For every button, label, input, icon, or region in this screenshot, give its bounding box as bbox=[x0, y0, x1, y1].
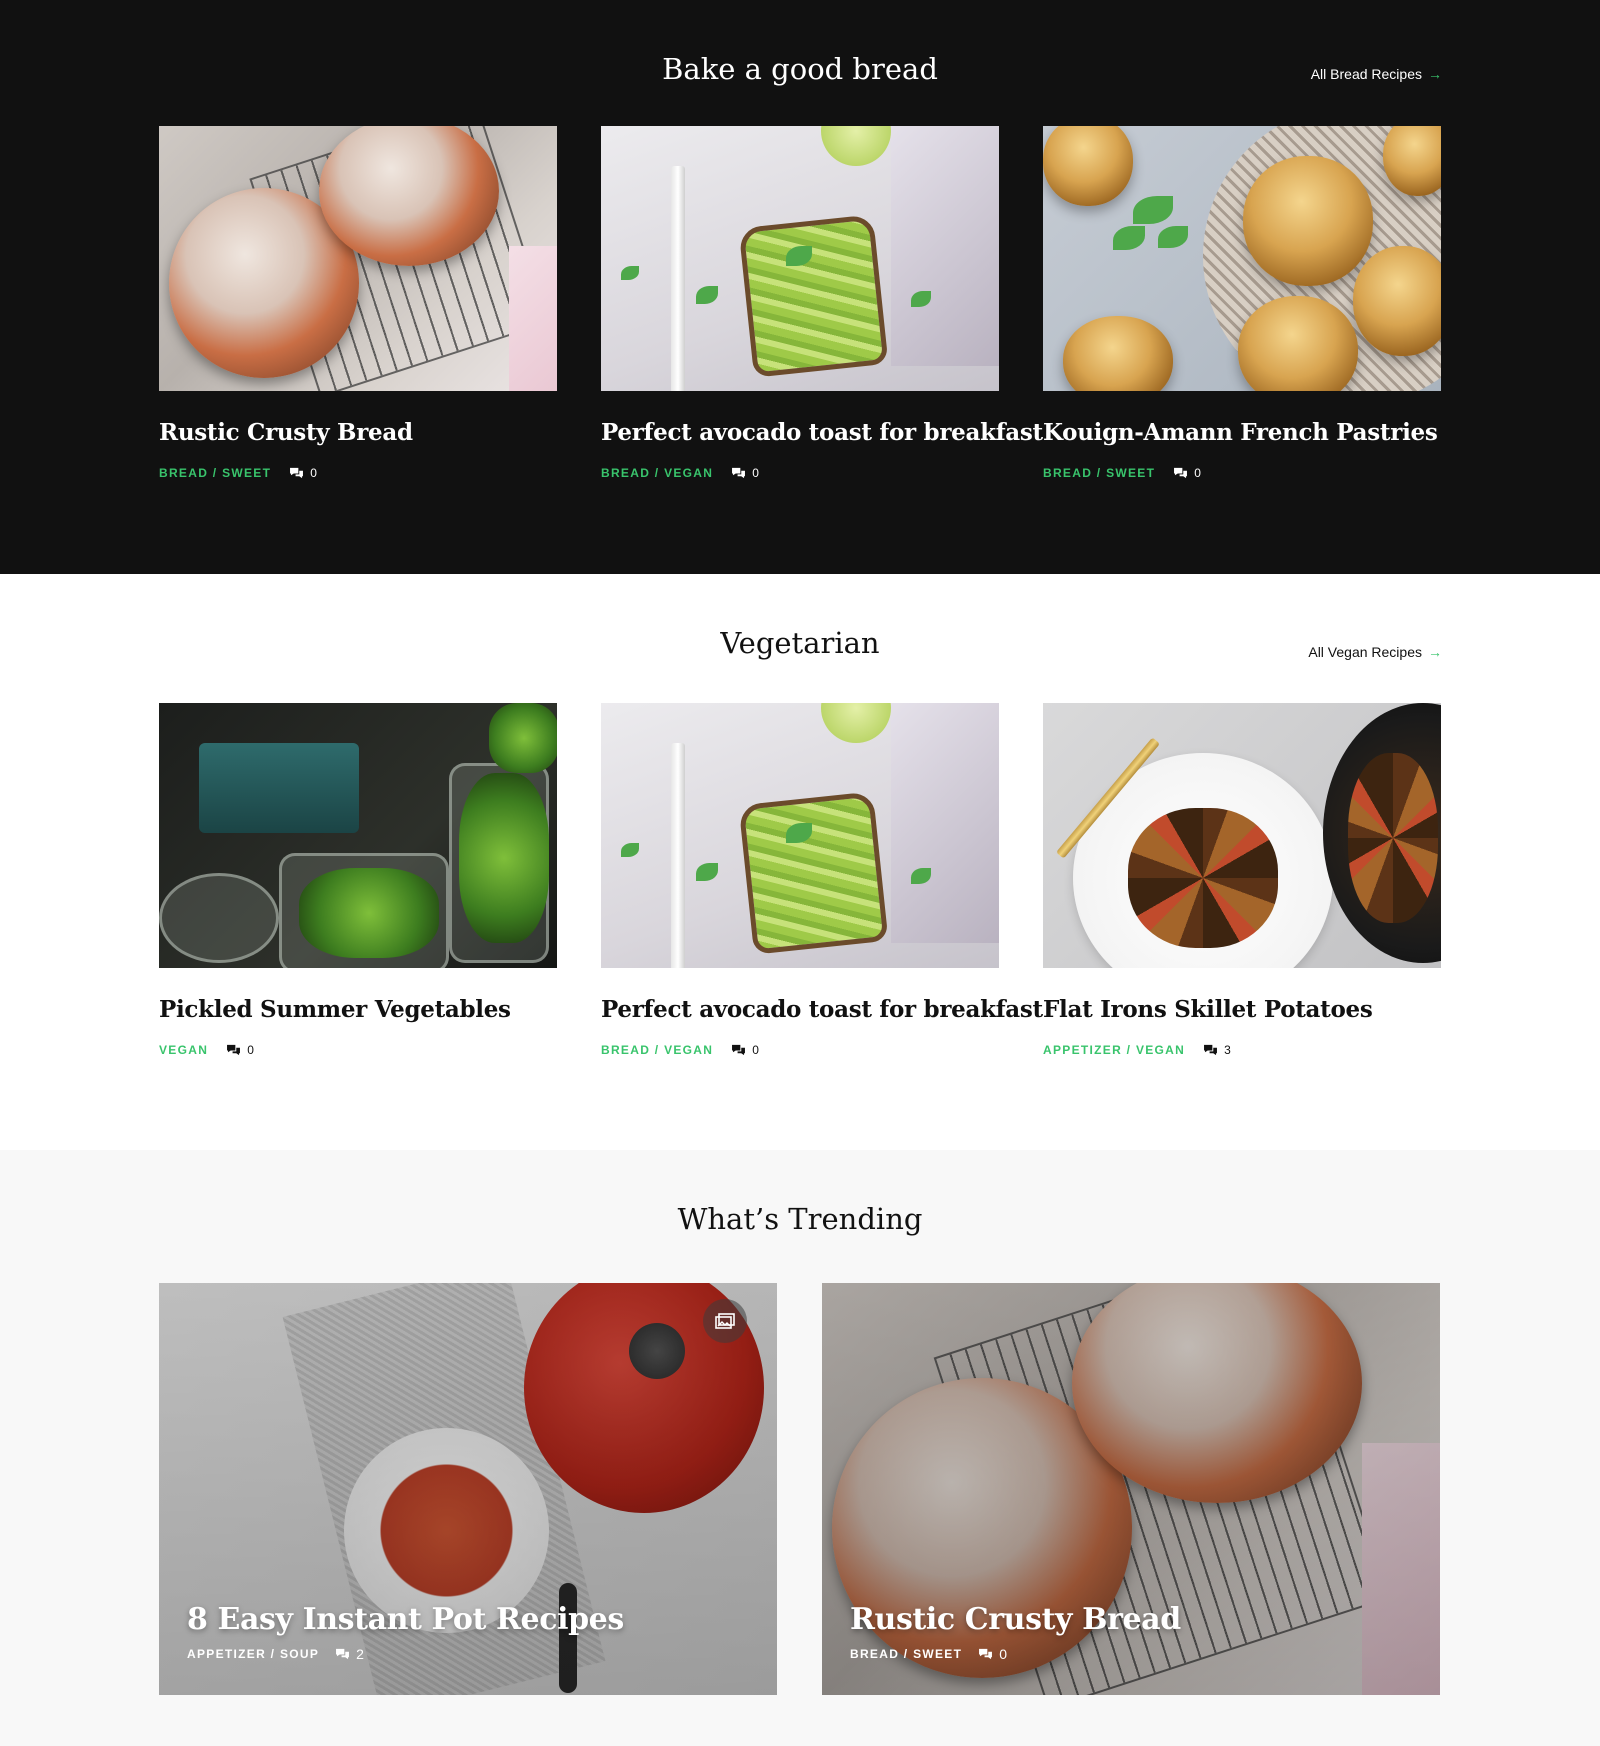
comment-count[interactable]: 0 bbox=[1173, 466, 1201, 480]
gallery-button[interactable] bbox=[703, 1299, 747, 1343]
comment-count[interactable]: 2 bbox=[335, 1646, 364, 1662]
vegan-card-grid: Pickled Summer Vegetables VEGAN 0 Perfec… bbox=[159, 703, 1441, 1057]
comment-count-value: 0 bbox=[752, 1043, 759, 1057]
recipe-card[interactable]: Pickled Summer Vegetables VEGAN 0 bbox=[159, 703, 557, 1057]
arrow-right-icon: → bbox=[1428, 66, 1442, 82]
section-title: What’s Trending bbox=[677, 1202, 923, 1236]
trending-meta: APPETIZER / SOUP 2 bbox=[187, 1646, 364, 1662]
recipe-card[interactable]: Perfect avocado toast for breakfast BREA… bbox=[601, 703, 1043, 1057]
recipe-meta: APPETIZER / VEGAN 3 bbox=[1043, 1043, 1441, 1057]
recipe-categories[interactable]: BREAD / SWEET bbox=[1043, 466, 1155, 480]
comments-icon bbox=[979, 1648, 993, 1660]
all-vegan-recipes-link[interactable]: All Vegan Recipes → bbox=[1308, 644, 1442, 660]
recipe-image[interactable] bbox=[159, 126, 557, 391]
comments-icon bbox=[290, 467, 304, 479]
recipe-meta: VEGAN 0 bbox=[159, 1043, 557, 1057]
comment-count-value: 3 bbox=[1224, 1043, 1231, 1057]
link-label: All Vegan Recipes bbox=[1308, 644, 1422, 660]
comments-icon bbox=[732, 1044, 746, 1056]
trending-card[interactable]: 8 Easy Instant Pot Recipes APPETIZER / S… bbox=[159, 1283, 777, 1695]
recipe-categories[interactable]: BREAD / SWEET bbox=[850, 1647, 962, 1661]
comment-count[interactable]: 3 bbox=[1203, 1043, 1231, 1057]
recipe-image[interactable] bbox=[601, 126, 999, 391]
comments-icon bbox=[1174, 467, 1188, 479]
recipe-meta: BREAD / VEGAN 0 bbox=[601, 466, 999, 480]
comment-count[interactable]: 0 bbox=[731, 1043, 759, 1057]
comments-icon bbox=[227, 1044, 241, 1056]
recipe-image[interactable] bbox=[159, 703, 557, 968]
trending-section: What’s Trending 8 Easy Instant Pot Recip… bbox=[0, 1150, 1600, 1746]
recipe-title[interactable]: Perfect avocado toast for breakfast bbox=[601, 419, 1043, 446]
comment-count-value: 0 bbox=[999, 1646, 1008, 1662]
recipe-title[interactable]: Perfect avocado toast for breakfast bbox=[601, 996, 1043, 1023]
comments-icon bbox=[336, 1648, 350, 1660]
trending-title[interactable]: 8 Easy Instant Pot Recipes bbox=[187, 1602, 624, 1637]
recipe-categories[interactable]: BREAD / VEGAN bbox=[601, 466, 713, 480]
recipe-card[interactable]: Rustic Crusty Bread BREAD / SWEET 0 bbox=[159, 126, 557, 480]
comment-count[interactable]: 0 bbox=[289, 466, 317, 480]
recipe-title[interactable]: Flat Irons Skillet Potatoes bbox=[1043, 996, 1441, 1023]
comment-count-value: 0 bbox=[752, 466, 759, 480]
comment-count-value: 0 bbox=[310, 466, 317, 480]
recipe-categories[interactable]: BREAD / VEGAN bbox=[601, 1043, 713, 1057]
comment-count-value: 2 bbox=[356, 1646, 364, 1662]
gallery-icon bbox=[715, 1313, 735, 1329]
recipe-title[interactable]: Kouign-Amann French Pastries bbox=[1043, 419, 1441, 446]
trending-meta: BREAD / SWEET 0 bbox=[850, 1646, 1007, 1662]
recipe-card[interactable]: Flat Irons Skillet Potatoes APPETIZER / … bbox=[1043, 703, 1441, 1057]
recipe-image[interactable] bbox=[1043, 703, 1441, 968]
comments-icon bbox=[732, 467, 746, 479]
vegetarian-section: Vegetarian All Vegan Recipes → Pickled S… bbox=[0, 574, 1600, 1150]
comment-count[interactable]: 0 bbox=[226, 1043, 254, 1057]
recipe-card[interactable]: Perfect avocado toast for breakfast BREA… bbox=[601, 126, 1043, 480]
comment-count-value: 0 bbox=[247, 1043, 254, 1057]
recipe-meta: BREAD / SWEET 0 bbox=[1043, 466, 1441, 480]
recipe-image[interactable] bbox=[601, 703, 999, 968]
link-label: All Bread Recipes bbox=[1310, 66, 1422, 82]
comment-count-value: 0 bbox=[1194, 466, 1201, 480]
bread-section: Bake a good bread All Bread Recipes → Ru… bbox=[0, 0, 1600, 574]
recipe-meta: BREAD / VEGAN 0 bbox=[601, 1043, 999, 1057]
recipe-card[interactable]: Kouign-Amann French Pastries BREAD / SWE… bbox=[1043, 126, 1441, 480]
comment-count[interactable]: 0 bbox=[978, 1646, 1007, 1662]
recipe-categories[interactable]: VEGAN bbox=[159, 1043, 208, 1057]
recipe-categories[interactable]: APPETIZER / VEGAN bbox=[1043, 1043, 1185, 1057]
bread-card-grid: Rustic Crusty Bread BREAD / SWEET 0 Perf… bbox=[159, 126, 1441, 480]
trending-card-grid: 8 Easy Instant Pot Recipes APPETIZER / S… bbox=[159, 1283, 1441, 1695]
recipe-meta: BREAD / SWEET 0 bbox=[159, 466, 557, 480]
trending-title[interactable]: Rustic Crusty Bread bbox=[850, 1602, 1181, 1637]
recipe-categories[interactable]: BREAD / SWEET bbox=[159, 466, 271, 480]
comments-icon bbox=[1204, 1044, 1218, 1056]
arrow-right-icon: → bbox=[1428, 644, 1442, 660]
recipe-title[interactable]: Pickled Summer Vegetables bbox=[159, 996, 557, 1023]
recipe-categories[interactable]: APPETIZER / SOUP bbox=[187, 1647, 319, 1661]
all-bread-recipes-link[interactable]: All Bread Recipes → bbox=[1311, 66, 1442, 82]
trending-card[interactable]: Rustic Crusty Bread BREAD / SWEET 0 bbox=[822, 1283, 1440, 1695]
recipe-title[interactable]: Rustic Crusty Bread bbox=[159, 419, 557, 446]
comment-count[interactable]: 0 bbox=[731, 466, 759, 480]
recipe-image[interactable] bbox=[1043, 126, 1441, 391]
